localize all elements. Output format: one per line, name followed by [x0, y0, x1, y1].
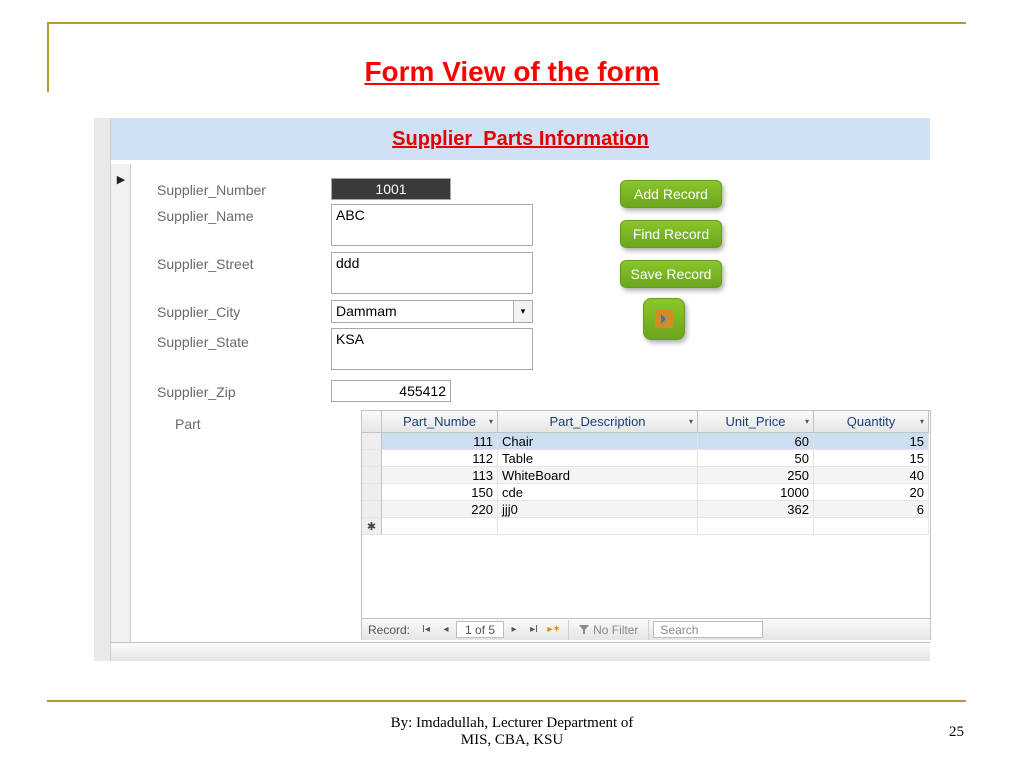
- nav-new-button[interactable]: ▸✶: [544, 621, 564, 639]
- table-row[interactable]: 220jjj03626: [362, 501, 930, 518]
- grid-cell[interactable]: [814, 518, 929, 535]
- supplier-street-field[interactable]: ddd: [331, 252, 533, 294]
- table-row[interactable]: 150cde100020: [362, 484, 930, 501]
- label-supplier-zip: Supplier_Zip: [157, 384, 236, 400]
- door-exit-icon: [655, 310, 673, 328]
- dropdown-caret-icon: ▾: [689, 417, 693, 426]
- grid-cell[interactable]: 15: [814, 450, 929, 467]
- nav-first-button[interactable]: I◂: [416, 621, 436, 639]
- dropdown-caret-icon: ▾: [920, 417, 924, 426]
- top-rule: [47, 22, 966, 24]
- grid-cell[interactable]: 113: [382, 467, 498, 484]
- grid-cell[interactable]: 60: [698, 433, 814, 450]
- col-header-part-description[interactable]: Part_Description▾: [498, 411, 698, 433]
- nav-last-button[interactable]: ▸I: [524, 621, 544, 639]
- new-record-row[interactable]: ✱: [362, 518, 930, 535]
- form-header-band: Supplier_Parts Information: [111, 118, 930, 160]
- funnel-icon: [579, 625, 589, 635]
- grid-cell[interactable]: 112: [382, 450, 498, 467]
- find-record-button[interactable]: Find Record: [620, 220, 722, 248]
- grid-cell[interactable]: 20: [814, 484, 929, 501]
- supplier-city-dropdown-button[interactable]: ▾: [513, 300, 533, 323]
- grid-cell[interactable]: jjj0: [498, 501, 698, 518]
- vertical-scrollbar[interactable]: [94, 118, 111, 661]
- bottom-rule: [47, 700, 966, 702]
- dropdown-caret-icon: ▾: [805, 417, 809, 426]
- grid-cell[interactable]: [698, 518, 814, 535]
- current-record-marker-icon: ▶: [113, 170, 129, 188]
- separator: [568, 620, 569, 640]
- col-header-unit-price[interactable]: Unit_Price▾: [698, 411, 814, 433]
- col-header-quantity[interactable]: Quantity▾: [814, 411, 929, 433]
- page-number: 25: [949, 724, 964, 741]
- grid-cell[interactable]: 111: [382, 433, 498, 450]
- nav-prev-button[interactable]: ◂: [436, 621, 456, 639]
- grid-cell[interactable]: 15: [814, 433, 929, 450]
- chevron-down-icon: ▾: [521, 306, 526, 317]
- grid-cell[interactable]: [498, 518, 698, 535]
- form-detail-area: Supplier_Number Supplier_Name Supplier_S…: [131, 164, 930, 642]
- grid-cell[interactable]: 250: [698, 467, 814, 484]
- supplier-number-field[interactable]: 1001: [331, 178, 451, 200]
- supplier-state-field[interactable]: KSA: [331, 328, 533, 370]
- nav-filter-indicator[interactable]: No Filter: [573, 623, 644, 637]
- supplier-name-field[interactable]: ABC: [331, 204, 533, 246]
- separator: [648, 620, 649, 640]
- nav-record-label: Record:: [362, 623, 416, 637]
- grid-cell[interactable]: cde: [498, 484, 698, 501]
- grid-header-row: Part_Numbe▾ Part_Description▾ Unit_Price…: [362, 411, 930, 433]
- nav-search-box[interactable]: Search: [653, 621, 763, 638]
- grid-cell[interactable]: [382, 518, 498, 535]
- save-record-button[interactable]: Save Record: [620, 260, 722, 288]
- access-form-window: Supplier_Parts Information ▶ Supplier_Nu…: [94, 118, 930, 661]
- nav-position-box[interactable]: 1 of 5: [456, 621, 504, 638]
- label-supplier-number: Supplier_Number: [157, 182, 266, 198]
- row-selector[interactable]: [362, 433, 382, 450]
- grid-cell[interactable]: 150: [382, 484, 498, 501]
- parts-subform-grid: Part_Numbe▾ Part_Description▾ Unit_Price…: [361, 410, 931, 640]
- label-part: Part: [175, 416, 201, 432]
- record-selector-gutter[interactable]: [111, 164, 131, 642]
- exit-button[interactable]: [643, 298, 685, 340]
- label-supplier-city: Supplier_City: [157, 304, 240, 320]
- row-selector[interactable]: [362, 501, 382, 518]
- table-row[interactable]: 113WhiteBoard25040: [362, 467, 930, 484]
- label-supplier-street: Supplier_Street: [157, 256, 254, 272]
- grid-cell[interactable]: 220: [382, 501, 498, 518]
- nav-next-button[interactable]: ▸: [504, 621, 524, 639]
- subform-record-navigator: Record: I◂ ◂ 1 of 5 ▸ ▸I ▸✶ No Filter Se…: [362, 618, 930, 640]
- dropdown-caret-icon: ▾: [489, 417, 493, 426]
- grid-cell[interactable]: WhiteBoard: [498, 467, 698, 484]
- slide-title: Form View of the form: [0, 56, 1024, 88]
- row-selector[interactable]: [362, 467, 382, 484]
- new-record-star-icon: ✱: [362, 518, 382, 535]
- grid-cell[interactable]: 50: [698, 450, 814, 467]
- row-selector[interactable]: [362, 450, 382, 467]
- grid-cell[interactable]: Chair: [498, 433, 698, 450]
- grid-cell[interactable]: Table: [498, 450, 698, 467]
- grid-cell[interactable]: 6: [814, 501, 929, 518]
- grid-cell[interactable]: 40: [814, 467, 929, 484]
- table-row[interactable]: 112Table5015: [362, 450, 930, 467]
- table-row[interactable]: 111Chair6015: [362, 433, 930, 450]
- label-supplier-state: Supplier_State: [157, 334, 249, 350]
- label-supplier-name: Supplier_Name: [157, 208, 254, 224]
- grid-cell[interactable]: 362: [698, 501, 814, 518]
- supplier-city-combobox[interactable]: Dammam: [331, 300, 514, 323]
- grid-cell[interactable]: 1000: [698, 484, 814, 501]
- slide-footer: By: Imdadullah, Lecturer Department of M…: [0, 715, 1024, 749]
- form-header-title: Supplier_Parts Information: [392, 128, 649, 151]
- row-selector[interactable]: [362, 484, 382, 501]
- add-record-button[interactable]: Add Record: [620, 180, 722, 208]
- col-header-part-number[interactable]: Part_Numbe▾: [382, 411, 498, 433]
- main-form-record-navigator[interactable]: [111, 642, 930, 661]
- supplier-zip-field[interactable]: 455412: [331, 380, 451, 402]
- grid-select-all-corner[interactable]: [362, 411, 382, 433]
